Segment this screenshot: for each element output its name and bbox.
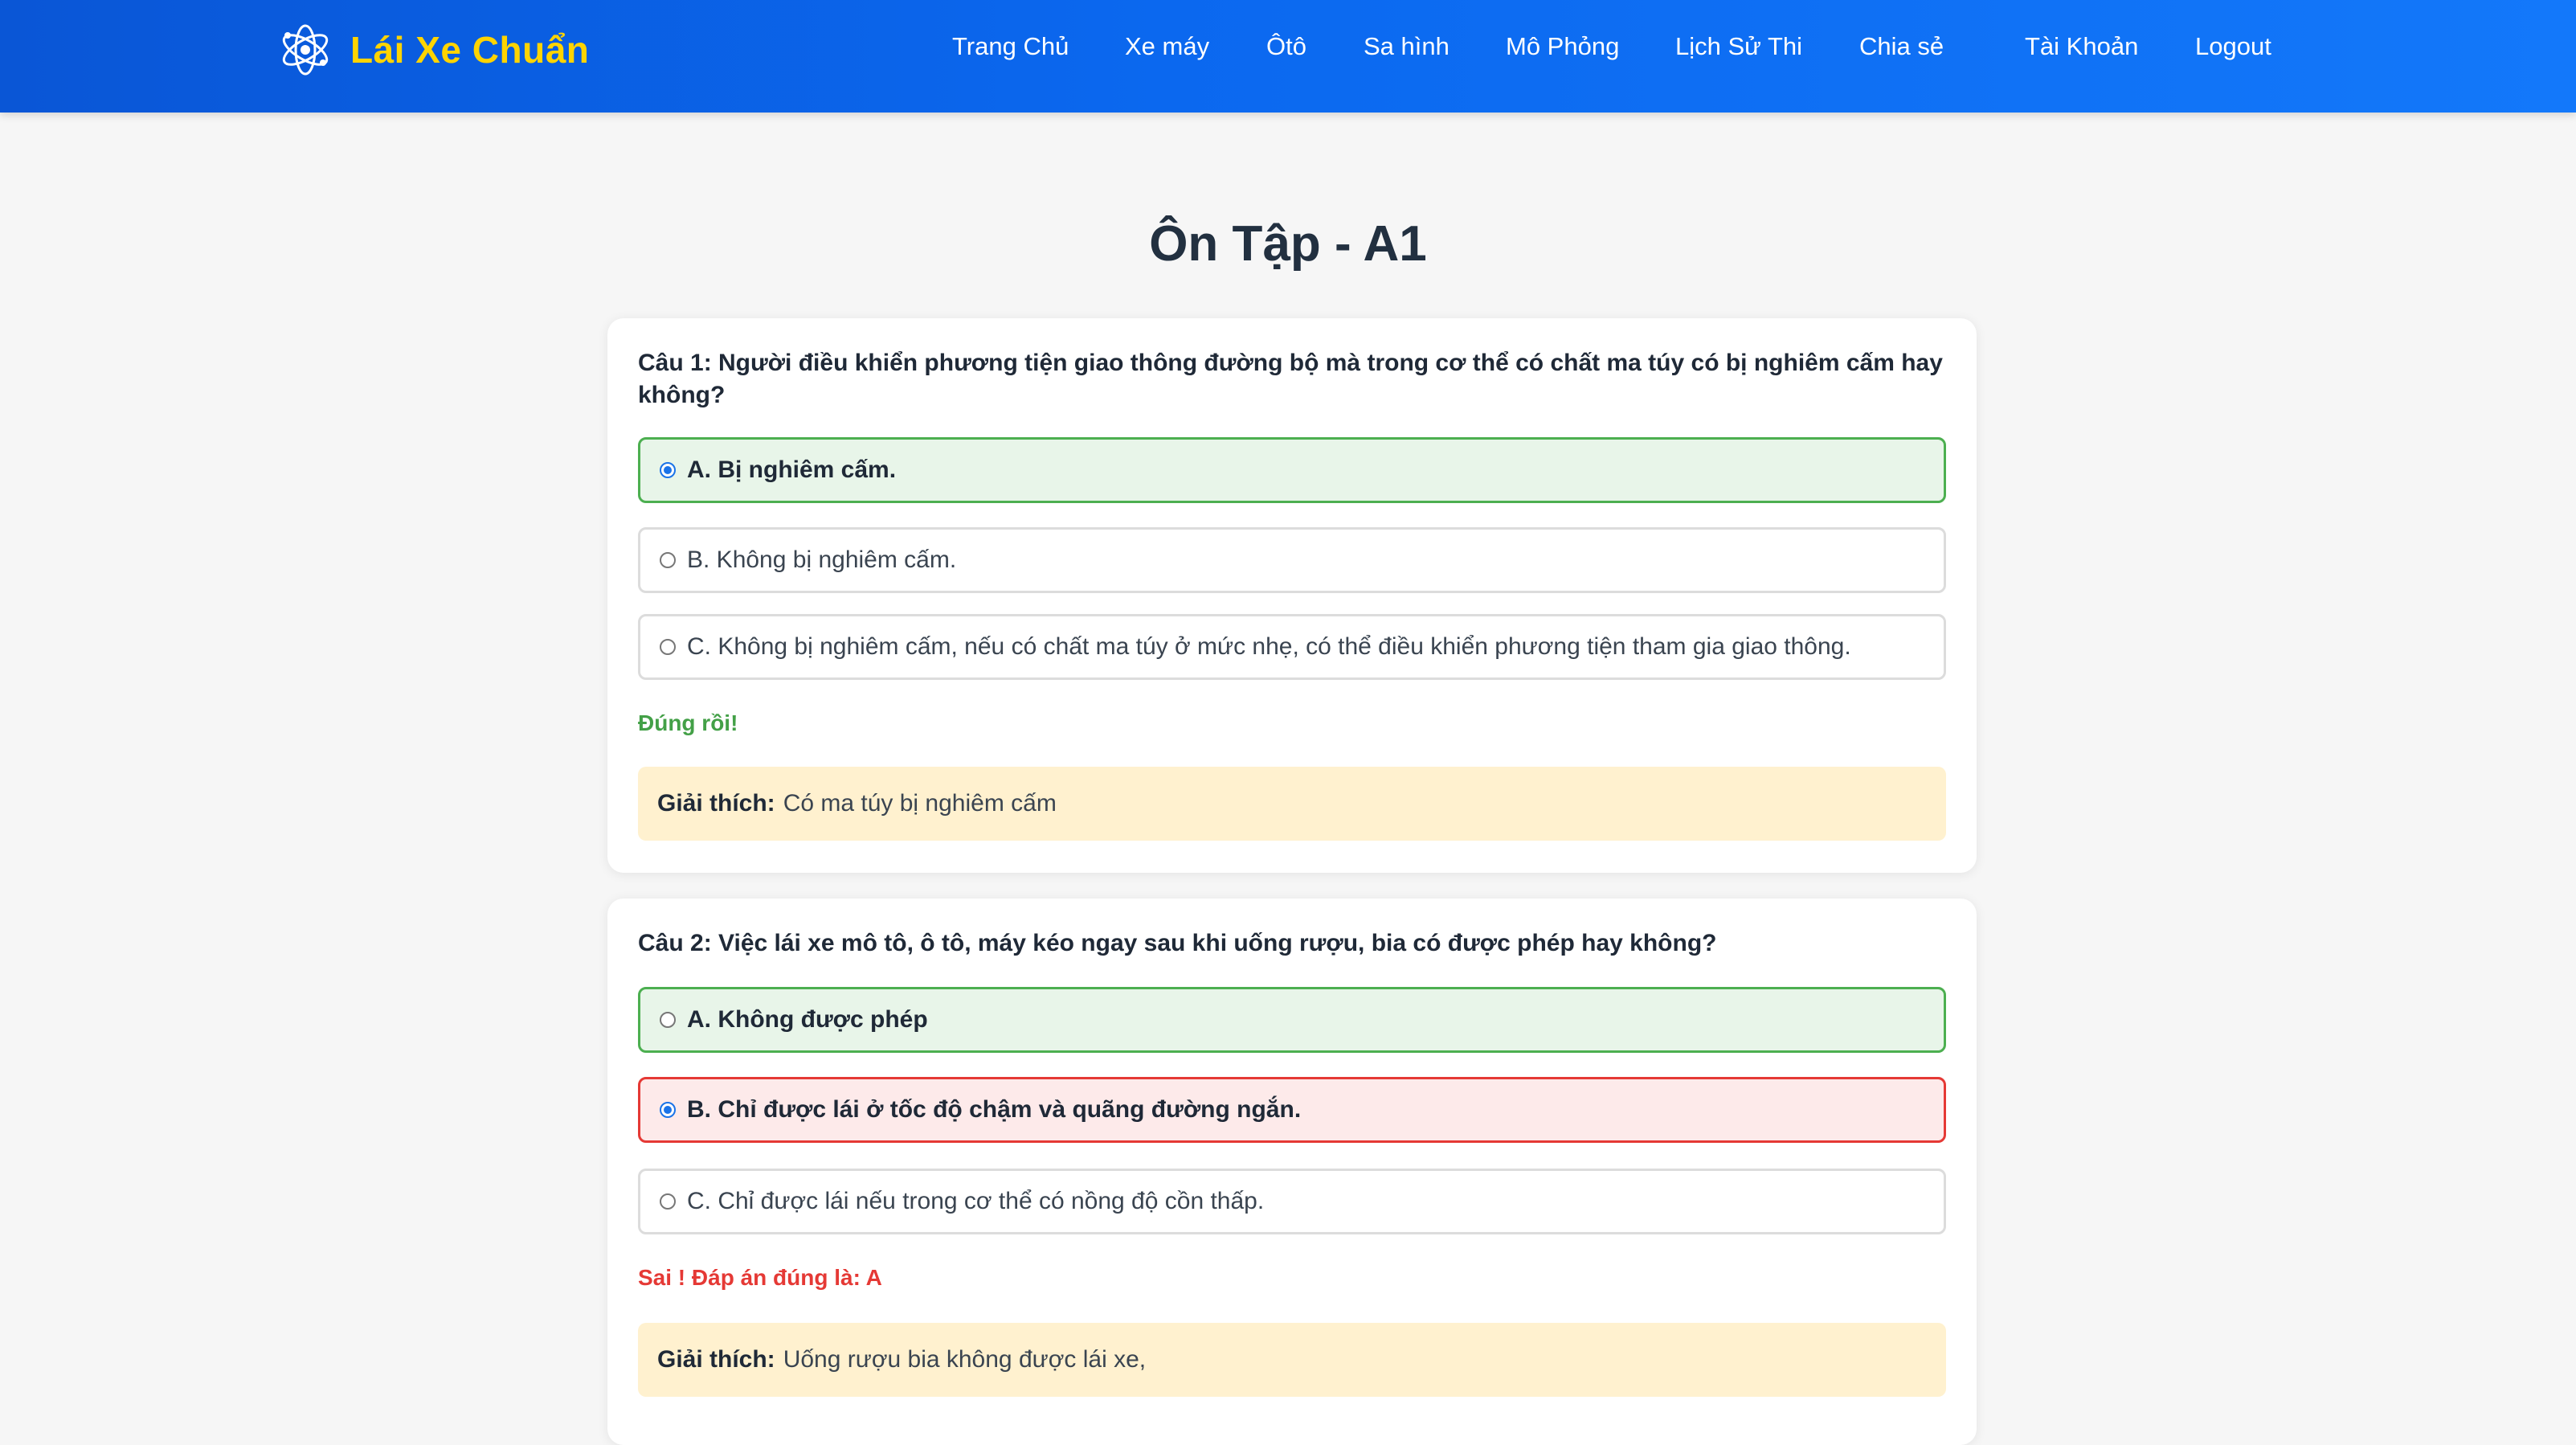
page-title: Ôn Tập - A1 bbox=[1149, 216, 1427, 272]
atom-logo-icon bbox=[282, 24, 329, 76]
nav-item-chia-se[interactable]: Chia sẻ bbox=[1859, 32, 1944, 61]
question-text: Câu 2: Việc lái xe mô tô, ô tô, máy kéo … bbox=[638, 930, 1717, 956]
option-label: C. Không bị nghiêm cấm, nếu có chất ma t… bbox=[687, 633, 1851, 660]
option-b[interactable]: B. Không bị nghiêm cấm. bbox=[638, 527, 1946, 593]
option-label: B. Không bị nghiêm cấm. bbox=[687, 546, 957, 573]
brand[interactable]: Lái Xe Chuẩn bbox=[276, 21, 589, 79]
question-text: Câu 1: Người điều khiển phương tiện giao… bbox=[638, 350, 1943, 408]
option-label: A. Bị nghiêm cấm. bbox=[687, 456, 897, 483]
explanation-label: Giải thích: bbox=[657, 790, 775, 817]
feedback-correct: Đúng rồi! bbox=[638, 710, 738, 735]
nav-item-oto[interactable]: Ôtô bbox=[1266, 32, 1306, 61]
radio-icon[interactable] bbox=[660, 1193, 676, 1210]
navbar: Lái Xe Chuẩn Trang Chủ Xe máy Ôtô Sa hìn… bbox=[0, 0, 2576, 113]
option-b[interactable]: B. Chỉ được lái ở tốc độ chậm và quãng đ… bbox=[638, 1077, 1946, 1143]
brand-name: Lái Xe Chuẩn bbox=[350, 29, 590, 71]
option-c[interactable]: C. Chỉ được lái nếu trong cơ thể có nồng… bbox=[638, 1169, 1946, 1234]
explanation-text: Có ma túy bị nghiêm cấm bbox=[783, 790, 1057, 817]
explanation-text: Uống rượu bia không được lái xe, bbox=[783, 1346, 1147, 1373]
explanation-box: Giải thích: Uống rượu bia không được lái… bbox=[638, 1323, 1946, 1397]
radio-checked-icon[interactable] bbox=[660, 462, 676, 478]
question-card-1: Câu 1: Người điều khiển phương tiện giao… bbox=[607, 318, 1977, 873]
nav-item-tai-khoan[interactable]: Tài Khoản bbox=[2025, 32, 2138, 61]
nav-item-mo-phong[interactable]: Mô Phỏng bbox=[1506, 32, 1619, 61]
nav-item-logout[interactable]: Logout bbox=[2195, 32, 2271, 61]
explanation-box: Giải thích: Có ma túy bị nghiêm cấm bbox=[638, 767, 1946, 841]
nav-item-xe-may[interactable]: Xe máy bbox=[1125, 32, 1209, 61]
option-c[interactable]: C. Không bị nghiêm cấm, nếu có chất ma t… bbox=[638, 614, 1946, 680]
option-label: B. Chỉ được lái ở tốc độ chậm và quãng đ… bbox=[687, 1096, 1302, 1123]
question-card-2: Câu 2: Việc lái xe mô tô, ô tô, máy kéo … bbox=[607, 899, 1977, 1445]
radio-icon[interactable] bbox=[660, 552, 676, 568]
option-label: A. Không được phép bbox=[687, 1006, 928, 1033]
explanation-label: Giải thích: bbox=[657, 1346, 775, 1373]
nav-item-sa-hinh[interactable]: Sa hình bbox=[1364, 32, 1450, 61]
option-a[interactable]: A. Không được phép bbox=[638, 987, 1946, 1053]
nav-item-trang-chu[interactable]: Trang Chủ bbox=[952, 32, 1069, 61]
radio-icon[interactable] bbox=[660, 639, 676, 655]
feedback-wrong: Sai ! Đáp án đúng là: A bbox=[638, 1265, 882, 1290]
nav-item-lich-su-thi[interactable]: Lịch Sử Thi bbox=[1675, 32, 1802, 61]
option-label: C. Chỉ được lái nếu trong cơ thể có nồng… bbox=[687, 1188, 1265, 1214]
option-a[interactable]: A. Bị nghiêm cấm. bbox=[638, 437, 1946, 503]
radio-icon[interactable] bbox=[660, 1012, 676, 1028]
radio-checked-icon[interactable] bbox=[660, 1102, 676, 1118]
